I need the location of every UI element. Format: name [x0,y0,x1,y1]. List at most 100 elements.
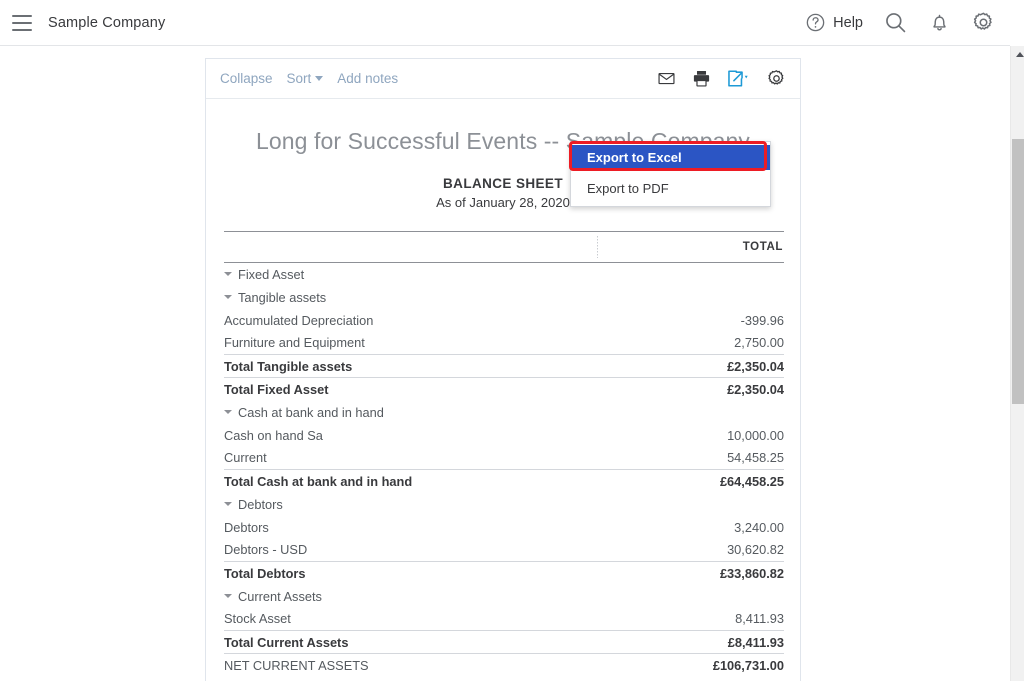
row-amount [598,401,784,424]
row-amount [598,585,784,608]
row-amount: 3,240.00 [734,519,784,535]
row-amount: £33,860.82 [598,561,784,585]
chevron-down-icon [315,76,324,81]
row-label[interactable]: Cash at bank and in hand [224,401,598,424]
settings-gear-icon[interactable] [971,10,996,35]
balance-sheet-table: TOTAL Fixed Asset Tangible assets Accumula… [224,231,784,677]
row-label: Total Fixed Asset [224,377,598,401]
hamburger-menu-icon[interactable] [12,14,32,31]
table-row: Total Fixed Asset £2,350.04 [224,377,784,401]
chevron-down-icon[interactable] [224,502,232,507]
table-row: Total Cash at bank and in hand £64,458.25 [224,469,784,493]
app-header: Sample Company Help [0,0,1010,46]
row-label: Current [224,447,598,470]
table-row: Tangible assets [224,286,784,309]
export-dropdown-menu: Export to Excel Export to PDF [570,141,771,207]
help-label: Help [833,14,863,31]
column-header-label [224,231,598,263]
dropdown-pointer [748,129,764,137]
row-label-text: Fixed Asset [238,266,305,282]
print-icon[interactable] [692,69,711,88]
row-amount [598,493,784,516]
chevron-down-icon[interactable] [224,410,232,415]
column-divider [597,236,598,258]
table-row: Accumulated Depreciation -399.96 [224,309,784,332]
report-toolbar: Collapse Sort Add notes [206,59,800,99]
table-row: Furniture and Equipment 2,750.00 [224,332,784,355]
row-label: Total Current Assets [224,630,598,654]
row-label: Cash on hand Sa [224,424,598,447]
export-icon[interactable] [727,69,750,88]
help-circle-icon [805,12,826,33]
row-amount: 10,000.00 [727,427,784,443]
chevron-down-icon[interactable] [224,272,232,277]
notification-bell-icon[interactable] [928,11,951,34]
row-label-text: Total Current Assets [224,634,349,650]
help-button[interactable]: Help [805,12,863,33]
app-header-actions: Help [805,10,1010,35]
table-row: Current 54,458.25 [224,447,784,470]
row-label-text: Current Assets [238,588,322,604]
row-label-text: Total Debtors [224,565,306,581]
email-icon[interactable] [657,69,676,88]
menu-item-export-to-pdf[interactable]: Export to PDF [571,176,770,201]
table-row: Current Assets [224,585,784,608]
row-label: Total Tangible assets [224,354,598,378]
row-amount [598,263,784,286]
hamburger-bar [12,28,32,31]
table-row: Debtors [224,493,784,516]
row-amount: £2,350.04 [598,354,784,378]
collapse-button[interactable]: Collapse [220,71,273,86]
table-row: Debtors - USD 30,620.82 [224,539,784,562]
table-row: Total Tangible assets £2,350.04 [224,354,784,378]
row-amount: £8,411.93 [598,630,784,654]
row-label-text: Current [224,450,267,466]
row-label-text: Debtors [238,496,283,512]
row-amount [598,286,784,309]
table-row: Total Current Assets £8,411.93 [224,630,784,654]
row-label[interactable]: Current Assets [224,585,598,608]
row-label-text: Debtors [224,519,269,535]
sort-dropdown[interactable]: Sort [287,71,324,86]
report-settings-gear-icon[interactable] [766,68,787,89]
table-row: Stock Asset 8,411.93 [224,608,784,631]
row-label-text: Total Fixed Asset [224,381,329,397]
row-label-text: Cash at bank and in hand [238,404,384,420]
row-label[interactable]: Debtors [224,493,598,516]
row-label-text: Furniture and Equipment [224,335,365,351]
row-label-text: Total Cash at bank and in hand [224,473,413,489]
row-amount: £64,458.25 [598,469,784,493]
report-toolbar-icons [657,68,787,89]
table-row: Debtors 3,240.00 [224,516,784,539]
row-label[interactable]: Tangible assets [224,286,598,309]
row-label: Total Debtors [224,561,598,585]
row-amount: 2,750.00 [734,335,784,351]
row-label-text: Total Tangible assets [224,358,353,374]
chevron-down-icon[interactable] [224,594,232,599]
row-amount: -399.96 [740,312,784,328]
row-label-text: Tangible assets [238,289,327,305]
table-row: Cash at bank and in hand [224,401,784,424]
company-name-label: Sample Company [48,14,166,31]
row-label-text: Debtors - USD [224,542,308,558]
chevron-down-icon[interactable] [224,295,232,300]
row-label-text: Accumulated Depreciation [224,312,374,328]
row-label: Accumulated Depreciation [224,309,598,332]
add-notes-button[interactable]: Add notes [337,71,398,86]
row-amount: 30,620.82 [727,542,784,558]
row-label: Debtors [224,516,598,539]
row-label: Total Cash at bank and in hand [224,469,598,493]
row-amount: £2,350.04 [598,377,784,401]
table-body: Fixed Asset Tangible assets Accumulated De… [224,263,784,677]
row-label: Furniture and Equipment [224,332,598,355]
search-icon[interactable] [883,10,908,35]
table-row: Fixed Asset [224,263,784,286]
row-label: Stock Asset [224,608,598,631]
row-label[interactable]: Fixed Asset [224,263,598,286]
hamburger-bar [12,21,32,24]
page-canvas: Collapse Sort Add notes Long for Success… [0,46,1010,681]
menu-item-export-to-excel[interactable]: Export to Excel [571,145,770,170]
hamburger-bar [12,14,32,17]
sort-label: Sort [286,71,312,86]
table-row: Cash on hand Sa 10,000.00 [224,424,784,447]
